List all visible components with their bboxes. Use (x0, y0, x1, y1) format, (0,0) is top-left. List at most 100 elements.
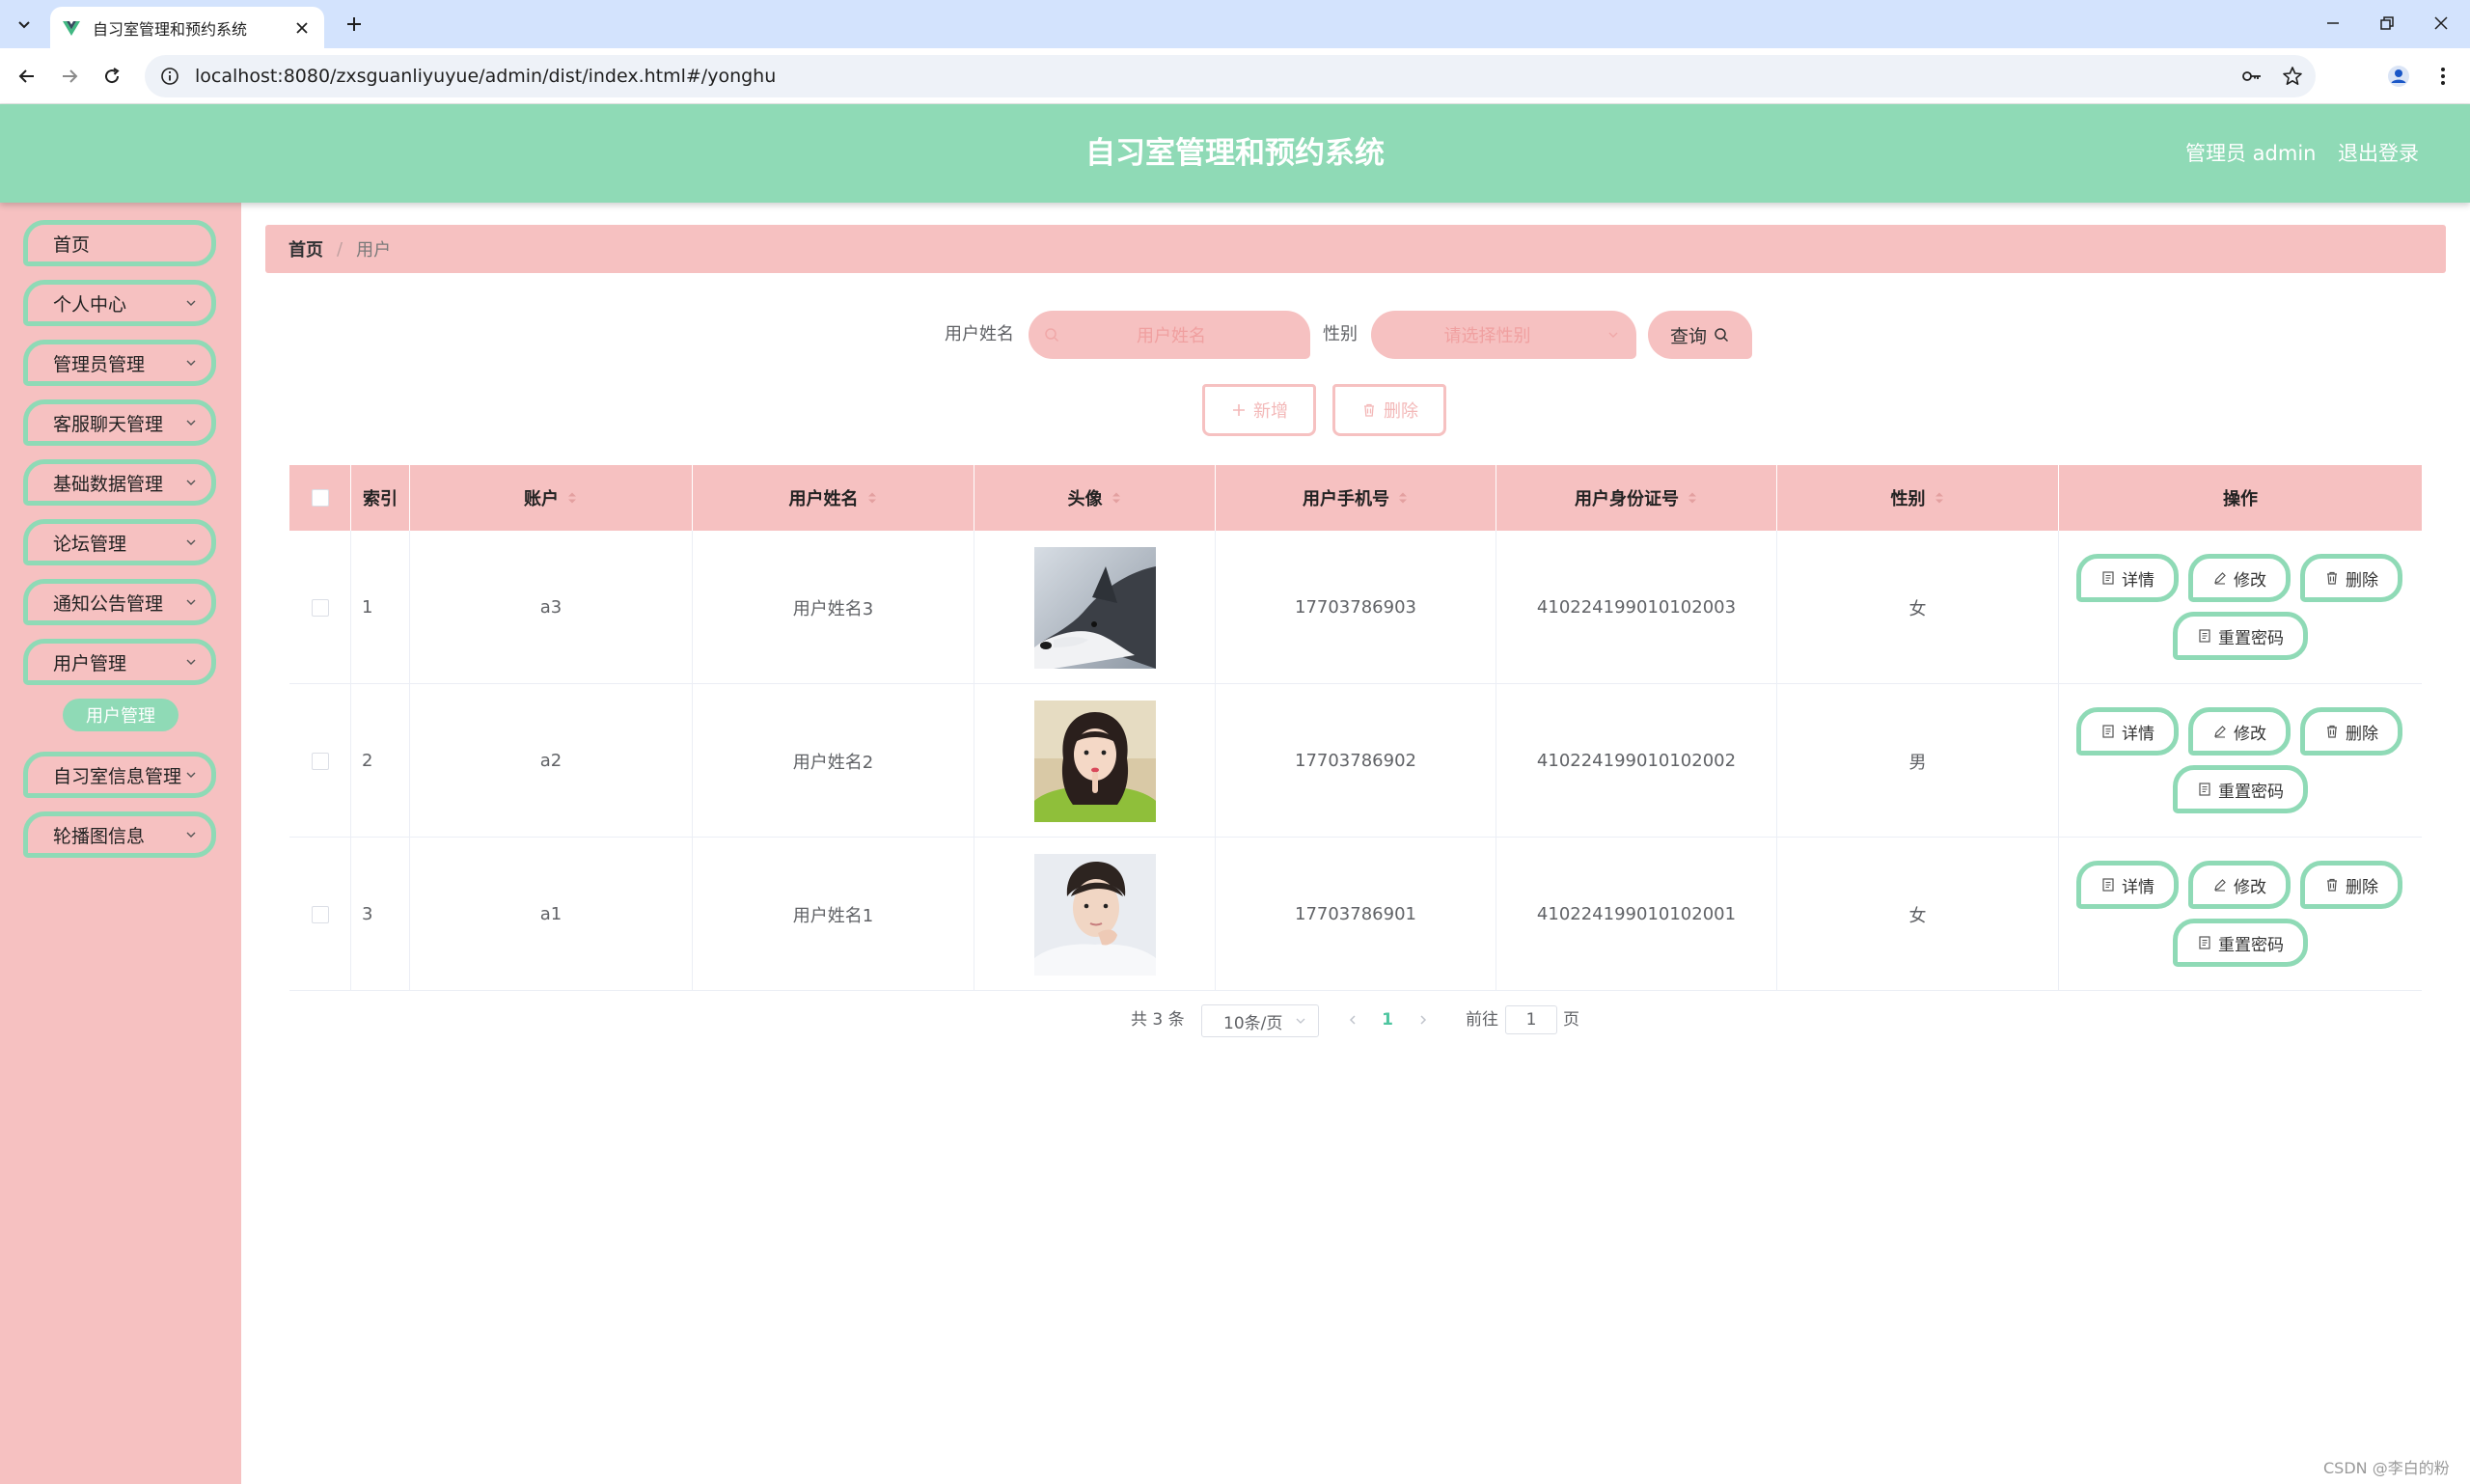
reset-password-button[interactable]: 重置密码 (2173, 919, 2308, 967)
sidebar-item-carousel[interactable]: 轮播图信息 (23, 811, 216, 858)
url-text: localhost:8080/zxsguanliyuyue/admin/dist… (195, 66, 777, 87)
tab-search-button[interactable] (10, 10, 39, 39)
column-header-label: 用户手机号 (1303, 489, 1389, 509)
delete-button[interactable]: 删除 (2300, 554, 2402, 602)
column-header-gender[interactable]: 性别 (1777, 465, 2059, 531)
query-button[interactable]: 查询 (1648, 311, 1752, 359)
close-window-button[interactable] (2422, 8, 2460, 39)
column-header-name[interactable]: 用户姓名 (693, 465, 974, 531)
sort-icon[interactable] (1111, 489, 1122, 507)
row-checkbox[interactable] (311, 598, 329, 617)
tab-close-icon[interactable] (291, 17, 313, 39)
breadcrumb-home[interactable]: 首页 (288, 236, 323, 261)
site-info-icon[interactable] (158, 65, 181, 88)
restore-button[interactable] (2368, 8, 2406, 39)
address-bar[interactable]: localhost:8080/zxsguanliyuyue/admin/dist… (145, 55, 2316, 97)
password-key-icon[interactable] (2235, 59, 2269, 94)
profile-button[interactable] (2383, 61, 2414, 92)
reload-button[interactable] (96, 61, 127, 92)
edit-button[interactable]: 修改 (2188, 707, 2291, 756)
sort-icon[interactable] (866, 489, 878, 507)
reset-password-button[interactable]: 重置密码 (2173, 612, 2308, 660)
new-tab-button[interactable] (340, 10, 369, 39)
select-all-checkbox[interactable] (311, 489, 329, 507)
sidebar-item-label: 自习室信息管理 (53, 765, 182, 787)
sort-icon[interactable] (1934, 489, 1945, 507)
reset-password-button-label: 重置密码 (2218, 935, 2284, 955)
watermark: CSDN @李白的粉 (2323, 1459, 2450, 1477)
name-search-placeholder: 用户姓名 (1137, 326, 1206, 346)
prev-page-button[interactable] (1341, 1001, 1364, 1039)
name-cell: 用户姓名2 (693, 684, 974, 838)
add-button[interactable]: 新增 (1202, 384, 1316, 436)
column-header-label: 索引 (363, 489, 398, 509)
id-card-cell: 410224199010102003 (1496, 531, 1777, 684)
column-header-label: 账户 (524, 489, 559, 509)
table-row: 2 a2 用户姓名2 17703786902 41022419901010200… (289, 684, 2422, 838)
edit-button-label: 修改 (2234, 724, 2266, 744)
chevron-down-icon (182, 653, 200, 671)
forward-button[interactable] (54, 61, 85, 92)
column-header-id-card[interactable]: 用户身份证号 (1496, 465, 1777, 531)
page-number-1[interactable]: 1 (1378, 1001, 1397, 1039)
document-icon (2100, 570, 2116, 586)
sidebar-item-room-info[interactable]: 自习室信息管理 (23, 752, 216, 798)
breadcrumb-separator: / (337, 238, 343, 260)
edit-button[interactable]: 修改 (2188, 861, 2291, 909)
avatar[interactable] (1033, 853, 1156, 976)
sidebar-item-base-data[interactable]: 基础数据管理 (23, 459, 216, 506)
minimize-button[interactable] (2314, 8, 2352, 39)
column-header-label: 性别 (1890, 489, 1926, 509)
sort-icon[interactable] (566, 489, 578, 507)
sort-icon[interactable] (1397, 489, 1409, 507)
row-checkbox[interactable] (311, 905, 329, 923)
back-button[interactable] (12, 61, 42, 92)
detail-button[interactable]: 详情 (2076, 554, 2179, 602)
reset-password-button[interactable]: 重置密码 (2173, 765, 2308, 813)
gender-select[interactable]: 请选择性别 (1371, 311, 1636, 359)
name-search-input[interactable]: 用户姓名 (1029, 311, 1310, 359)
delete-button-label: 删除 (2346, 570, 2378, 591)
logout-link[interactable]: 退出登录 (2338, 104, 2419, 203)
column-header-avatar[interactable]: 头像 (974, 465, 1216, 531)
sidebar-item-forum[interactable]: 论坛管理 (23, 519, 216, 565)
index-cell: 1 (351, 531, 410, 684)
user-avatar-icon (2388, 66, 2409, 87)
batch-delete-button[interactable]: 删除 (1332, 384, 1446, 436)
submenu-item-user-management[interactable]: 用户管理 (63, 699, 178, 731)
detail-button[interactable]: 详情 (2076, 861, 2179, 909)
document-icon (2197, 935, 2212, 950)
delete-button[interactable]: 删除 (2300, 707, 2402, 756)
page-size-select[interactable]: 10条/页 (1201, 1004, 1319, 1037)
bookmark-star-icon[interactable] (2275, 59, 2310, 94)
sidebar-item-notice[interactable]: 通知公告管理 (23, 579, 216, 625)
detail-button-label: 详情 (2122, 724, 2154, 744)
column-header-account[interactable]: 账户 (410, 465, 693, 531)
sidebar-item-user-management[interactable]: 用户管理 (23, 639, 216, 685)
chevron-down-icon (182, 294, 200, 312)
avatar[interactable] (1033, 546, 1156, 669)
edit-icon (2212, 570, 2228, 586)
sidebar-item-home[interactable]: 首页 (23, 220, 216, 266)
row-select-cell (289, 531, 351, 684)
edit-button-label: 修改 (2234, 570, 2266, 591)
browser-menu-button[interactable] (2428, 61, 2458, 92)
detail-button[interactable]: 详情 (2076, 707, 2179, 756)
sort-icon[interactable] (1687, 489, 1698, 507)
batch-delete-button-label: 删除 (1384, 401, 1418, 422)
goto-page-input[interactable]: 1 (1505, 1005, 1557, 1034)
account-cell: a3 (410, 531, 693, 684)
plus-icon (347, 17, 361, 31)
edit-button[interactable]: 修改 (2188, 554, 2291, 602)
avatar[interactable] (1033, 700, 1156, 822)
next-page-button[interactable] (1412, 1001, 1435, 1039)
row-select-cell (289, 838, 351, 991)
gender-cell: 女 (1777, 531, 2059, 684)
column-header-phone[interactable]: 用户手机号 (1216, 465, 1496, 531)
sidebar-item-chat-management[interactable]: 客服聊天管理 (23, 399, 216, 446)
delete-button[interactable]: 删除 (2300, 861, 2402, 909)
breadcrumb-current: 用户 (356, 240, 392, 261)
row-checkbox[interactable] (311, 752, 329, 770)
chevron-down-icon (182, 474, 200, 491)
browser-tab[interactable]: 自习室管理和预约系统 (50, 7, 324, 48)
